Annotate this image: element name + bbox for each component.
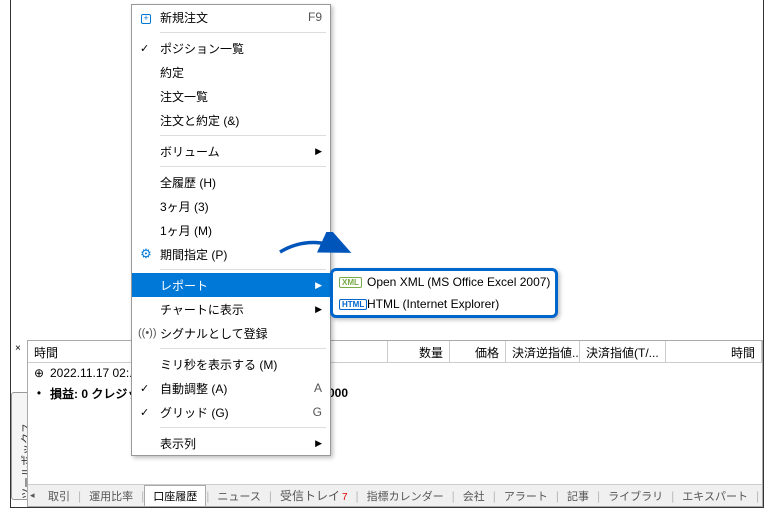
separator — [160, 348, 326, 349]
menu-chart-display[interactable]: チャートに表示 ▶ — [132, 297, 330, 321]
separator — [160, 427, 326, 428]
tab-history[interactable]: 口座履歴 — [144, 485, 206, 506]
menu-period[interactable]: ⚙ 期間指定 (P) — [132, 242, 330, 266]
separator — [160, 135, 326, 136]
tab-news[interactable]: ニュース — [209, 486, 268, 506]
xml-badge-icon: XML — [339, 277, 362, 288]
menu-auto-adjust[interactable]: ✓ 自動調整 (A) A — [132, 376, 330, 400]
check-icon: ✓ — [140, 406, 149, 419]
menu-volume[interactable]: ボリューム ▶ — [132, 139, 330, 163]
toolbox-vertical-tab[interactable]: ツールボックス — [11, 392, 27, 500]
tab-library[interactable]: ライブラリ — [600, 486, 671, 506]
col-price[interactable]: 価格 — [450, 341, 506, 362]
separator — [160, 166, 326, 167]
menu-3months[interactable]: 3ヶ月 (3) — [132, 194, 330, 218]
submenu-xml[interactable]: XML Open XML (MS Office Excel 2007) — [333, 271, 555, 293]
tab-calendar[interactable]: 指標カレンダー — [359, 486, 452, 506]
submenu-html[interactable]: HTML HTML (Internet Explorer) — [333, 293, 555, 315]
menu-columns[interactable]: 表示列 ▶ — [132, 431, 330, 455]
menu-orders[interactable]: 注文一覧 — [132, 84, 330, 108]
col-sl[interactable]: 決済逆指値... — [506, 341, 580, 362]
tab-log[interactable]: 操作ログ — [759, 486, 762, 506]
tab-company[interactable]: 会社 — [455, 486, 493, 506]
cell-date: 2022.11.17 02:... — [50, 366, 139, 380]
panel-tabs: ◂ 取引| 運用比率| 口座履歴| ニュース| 受信トレイ7| 指標カレンダー|… — [28, 484, 762, 506]
gear-icon: ⚙ — [138, 246, 154, 262]
menu-positions[interactable]: ✓ ポジション一覧 — [132, 36, 330, 60]
menu-signal[interactable]: ((•)) シグナルとして登録 — [132, 321, 330, 345]
tab-trade[interactable]: 取引 — [40, 486, 78, 506]
separator — [160, 32, 326, 33]
menu-grid[interactable]: ✓ グリッド (G) G — [132, 400, 330, 424]
menu-all-history[interactable]: 全履歴 (H) — [132, 170, 330, 194]
plus-icon: + — [138, 10, 154, 24]
tab-alert[interactable]: アラート — [496, 486, 556, 506]
tab-performance[interactable]: 運用比率 — [81, 486, 141, 506]
chevron-right-icon: ▶ — [315, 304, 322, 315]
menu-new-order[interactable]: + 新規注文 F9 — [132, 5, 330, 29]
signal-icon: ((•)) — [138, 327, 154, 339]
check-icon: ✓ — [140, 42, 149, 55]
menu-show-ms[interactable]: ミリ秒を表示する (M) — [132, 352, 330, 376]
context-menu: + 新規注文 F9 ✓ ポジション一覧 約定 注文一覧 注文と約定 (&) ボリ… — [131, 4, 331, 456]
html-badge-icon: HTML — [339, 299, 367, 310]
chevron-right-icon: ▶ — [315, 438, 322, 449]
separator — [160, 269, 326, 270]
col-tp[interactable]: 決済指値(T/... — [580, 341, 666, 362]
check-icon: ✓ — [140, 382, 149, 395]
tab-scroll-left-icon[interactable]: ◂ — [30, 490, 35, 501]
menu-report[interactable]: レポート ▶ — [132, 273, 330, 297]
chevron-right-icon: ▶ — [315, 280, 322, 291]
report-submenu: XML Open XML (MS Office Excel 2007) HTML… — [330, 268, 558, 318]
menu-orders-fills[interactable]: 注文と約定 (&) — [132, 108, 330, 132]
tab-expert[interactable]: エキスパート — [674, 486, 756, 506]
expand-icon[interactable]: ⊕ — [32, 366, 46, 380]
bullet-icon: • — [32, 386, 46, 400]
chevron-right-icon: ▶ — [315, 146, 322, 157]
tab-article[interactable]: 記事 — [559, 486, 597, 506]
menu-1month[interactable]: 1ヶ月 (M) — [132, 218, 330, 242]
tab-inbox[interactable]: 受信トレイ7 — [272, 485, 356, 506]
col-time2[interactable]: 時間 — [666, 341, 762, 362]
close-icon[interactable]: × — [15, 343, 21, 354]
col-qty[interactable]: 数量 — [388, 341, 450, 362]
menu-fills[interactable]: 約定 — [132, 60, 330, 84]
